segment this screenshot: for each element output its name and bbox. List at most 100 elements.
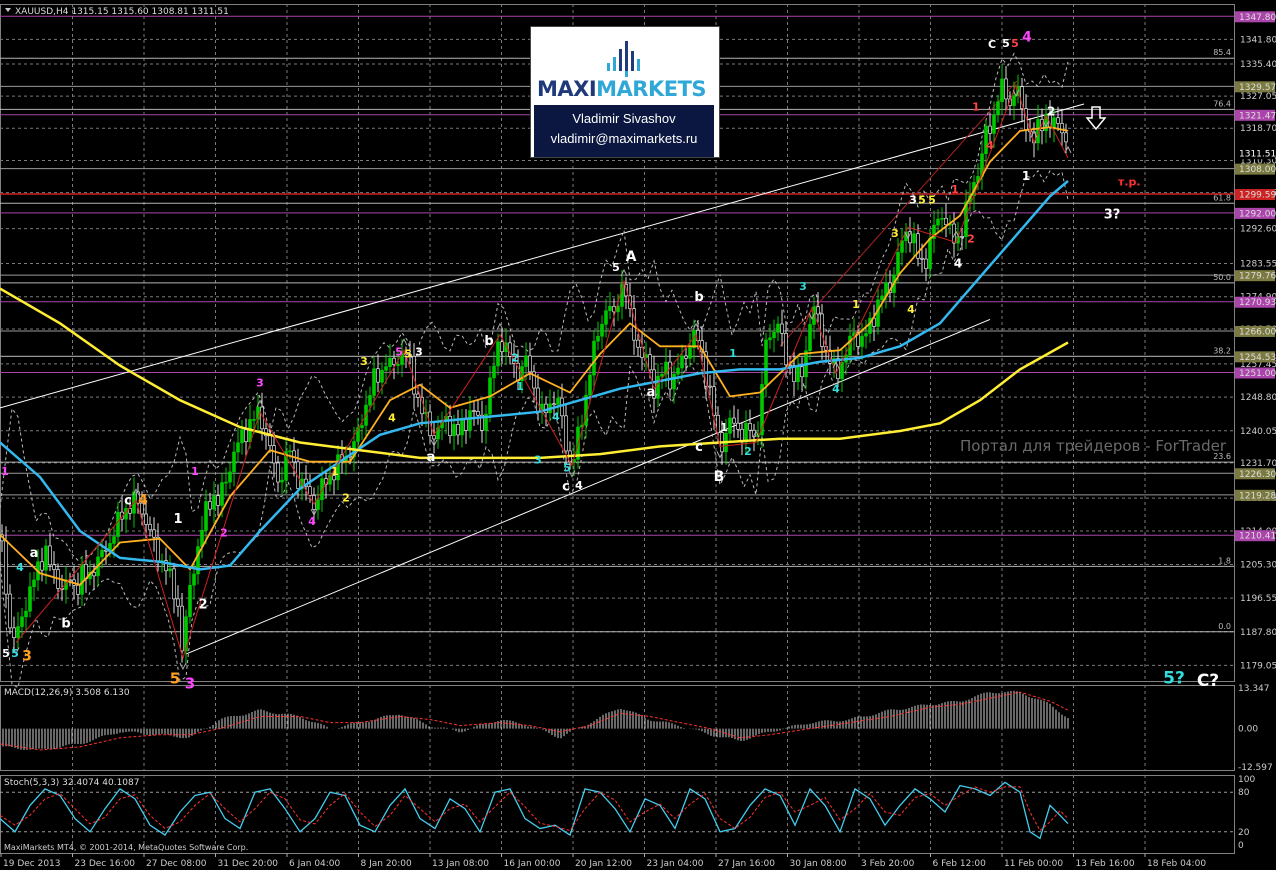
wave-label: 5: [928, 194, 936, 207]
wave-label: 1: [173, 512, 182, 527]
candle-body: [920, 257, 924, 260]
candle-body: [780, 323, 784, 334]
wave-label: 3: [360, 355, 368, 368]
candle-body: [396, 364, 400, 366]
candle-body: [380, 369, 384, 383]
candle-body: [816, 306, 820, 315]
brand-logo-markets: MARKETS: [596, 77, 707, 101]
wave-label: c: [124, 493, 132, 508]
candle-body: [604, 310, 608, 325]
wave-label: 4: [1022, 30, 1032, 46]
wave-label: 2: [342, 491, 350, 504]
candle-body: [252, 419, 256, 421]
candle-body: [588, 374, 592, 396]
candle-body: [4, 540, 8, 595]
wave-label: 4: [308, 515, 316, 528]
candle-body: [416, 393, 420, 398]
y-tick-label: 1335.40: [1240, 60, 1276, 70]
candle-body: [608, 306, 612, 312]
candle-body: [12, 627, 16, 638]
candle-body: [176, 598, 180, 607]
wave-label: 1: [729, 347, 737, 360]
wave-label: c: [562, 480, 570, 495]
y-tick-label: 1283.55: [1240, 259, 1276, 269]
brand-box: MAXIMARKETS Vladimir Sivashov vladimir@m…: [530, 26, 720, 158]
take-profit-label: т.р.: [1118, 176, 1141, 189]
candle-body: [476, 411, 480, 416]
candle-body: [768, 337, 772, 341]
y-tick-label: 1179.05: [1240, 661, 1276, 671]
price-tag-label: 1308.00: [1239, 165, 1276, 175]
macd-label: MACD(12,26,9) 3.508 6.130: [4, 688, 130, 698]
candle-body: [924, 258, 928, 269]
wave-label: 1: [720, 421, 728, 434]
wave-label: a: [427, 450, 436, 465]
candle-body: [372, 368, 376, 396]
candle-body: [564, 415, 568, 452]
wave-label: a: [30, 546, 39, 561]
candle-body: [776, 323, 780, 333]
wave-label: 1: [331, 465, 339, 478]
author-email[interactable]: vladimir@maximarkets.ru: [534, 129, 714, 149]
fibonacci-label: 0.0: [1218, 622, 1231, 631]
wave-label: 1: [972, 101, 980, 114]
price-tag-label: 1311.51: [1239, 150, 1276, 160]
candle-body: [1056, 117, 1060, 124]
candle-body: [728, 417, 732, 434]
candle-body: [48, 545, 52, 566]
candle-body: [24, 610, 28, 618]
candle-body: [276, 462, 280, 483]
wave-label: 5: [11, 647, 19, 660]
wave-label: 5: [395, 346, 403, 359]
stoch-y-tick-label: 80: [1238, 788, 1250, 798]
candle-body: [100, 549, 104, 558]
wave-label: 3: [256, 376, 264, 389]
candle-body: [500, 341, 504, 353]
candle-body: [368, 395, 372, 406]
candle-body: [600, 323, 604, 337]
x-tick-label: 30 Jan 08:00: [790, 859, 847, 869]
candle-body: [708, 385, 712, 388]
candle-body: [236, 442, 240, 453]
x-tick-label: 13 Jan 08:00: [432, 859, 489, 869]
candle-body: [944, 217, 948, 226]
candle-body: [928, 238, 932, 269]
candle-body: [8, 593, 12, 629]
candle-body: [148, 524, 152, 531]
candle-body: [592, 340, 596, 376]
x-tick-label: 6 Feb 12:00: [933, 859, 987, 869]
stoch-y-tick-label: 0: [1238, 841, 1244, 851]
wave-label: a: [647, 385, 656, 400]
price-tag-label: 1279.76: [1239, 272, 1276, 282]
candle-body: [204, 501, 208, 531]
y-tick-label: 1231.70: [1240, 459, 1276, 469]
wave-label: 4: [138, 492, 148, 508]
candle-body: [152, 529, 156, 538]
wave-label: 3: [415, 346, 423, 359]
fibonacci-label: 85.4: [1213, 48, 1231, 57]
fibonacci-label: 1.8: [1218, 556, 1231, 565]
x-tick-label: 27 Jan 16:00: [718, 859, 775, 869]
candle-body: [688, 347, 692, 359]
candle-body: [192, 573, 196, 586]
candle-body: [860, 335, 864, 347]
candle-body: [712, 386, 716, 416]
wave-label: 5: [918, 194, 926, 207]
wave-label: 2: [220, 526, 228, 539]
candle-body: [76, 584, 80, 595]
candle-body: [376, 368, 380, 383]
candle-body: [880, 295, 884, 301]
candle-body: [232, 451, 236, 473]
price-tag-label: 1251.00: [1239, 369, 1276, 379]
candle-body: [180, 605, 184, 652]
wave-label: 4: [16, 561, 24, 574]
wave-label: 3: [185, 674, 195, 692]
candle-body: [392, 357, 396, 365]
y-tick-label: 1205.30: [1240, 560, 1276, 570]
candle-body: [672, 373, 676, 390]
wave-label: 5: [563, 462, 571, 475]
brand-logo-maxi: MAXI: [537, 77, 597, 101]
candle-body: [648, 354, 652, 371]
candle-body: [556, 397, 560, 405]
candle-body: [212, 495, 216, 510]
